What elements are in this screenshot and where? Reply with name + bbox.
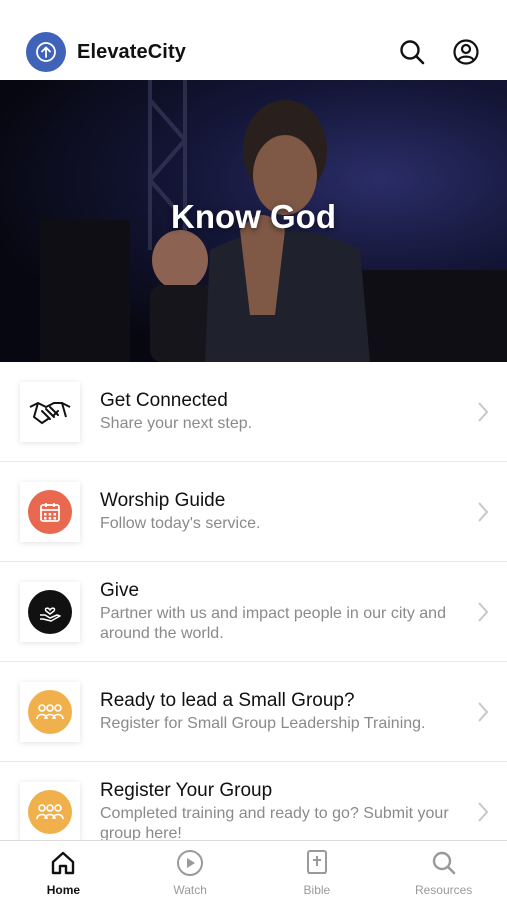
chevron-right-icon bbox=[475, 601, 491, 623]
list-item-title: Get Connected bbox=[100, 390, 228, 411]
list-item-subtitle: Register for Small Group Leadership Trai… bbox=[100, 715, 426, 732]
search-icon bbox=[431, 849, 457, 877]
chevron-right-icon bbox=[475, 501, 491, 523]
profile-button[interactable] bbox=[451, 37, 481, 67]
list-item-tile bbox=[20, 781, 80, 840]
hero-title: Know God bbox=[171, 198, 336, 235]
tab-label: Resources bbox=[414, 883, 473, 897]
chevron-right-icon bbox=[475, 401, 491, 423]
list-item-title: Give bbox=[100, 580, 140, 601]
search-icon bbox=[400, 40, 425, 65]
list-item-tile bbox=[20, 681, 80, 742]
list-item-subtitle: Follow today's service. bbox=[100, 515, 261, 532]
list-item-tile bbox=[20, 481, 80, 542]
bible-icon bbox=[305, 849, 329, 877]
tab-bible[interactable]: Bible bbox=[254, 841, 381, 900]
action-list: Get Connected Share your next step. Wors… bbox=[0, 362, 507, 840]
list-item-get-connected[interactable]: Get Connected Share your next step. bbox=[0, 362, 507, 462]
list-item-subtitle: Completed training and ready to go? Subm… bbox=[100, 805, 449, 840]
header-actions bbox=[397, 37, 481, 67]
tab-label: Bible bbox=[303, 883, 331, 897]
list-item-register-group[interactable]: Register Your Group Completed training a… bbox=[0, 762, 507, 840]
app-logo[interactable] bbox=[26, 32, 66, 72]
list-item-tile bbox=[20, 581, 80, 642]
account-icon bbox=[453, 39, 479, 65]
list-item-worship-guide[interactable]: Worship Guide Follow today's service. bbox=[0, 462, 507, 562]
list-item-give[interactable]: Give Partner with us and impact people i… bbox=[0, 562, 507, 662]
list-item-title: Register Your Group bbox=[100, 780, 273, 801]
list-item-tile bbox=[20, 381, 80, 442]
app-header: ElevateCity bbox=[0, 24, 507, 80]
tab-home[interactable]: Home bbox=[0, 841, 127, 900]
hero-carousel[interactable]: Know God bbox=[0, 80, 507, 362]
chevron-right-icon bbox=[475, 701, 491, 723]
group-icon bbox=[28, 689, 72, 734]
search-button[interactable] bbox=[397, 37, 427, 67]
arrow-up-icon bbox=[36, 42, 56, 62]
tab-label: Home bbox=[46, 883, 81, 897]
list-item-title: Ready to lead a Small Group? bbox=[100, 690, 355, 711]
giving-hand-icon bbox=[28, 589, 72, 634]
list-item-title: Worship Guide bbox=[100, 490, 226, 511]
list-item-subtitle: Share your next step. bbox=[100, 415, 253, 432]
tab-resources[interactable]: Resources bbox=[380, 841, 507, 900]
bottom-tab-bar: Home Watch Bible Resources bbox=[0, 840, 507, 900]
tab-label: Watch bbox=[173, 883, 207, 897]
tab-watch[interactable]: Watch bbox=[127, 841, 254, 900]
list-item-lead-small-group[interactable]: Ready to lead a Small Group? Register fo… bbox=[0, 662, 507, 762]
handshake-icon bbox=[29, 401, 71, 424]
home-icon bbox=[50, 849, 76, 877]
chevron-right-icon bbox=[475, 801, 491, 823]
play-icon bbox=[176, 849, 204, 877]
app-brand-name: ElevateCity bbox=[77, 40, 186, 63]
list-item-subtitle: Partner with us and impact people in our… bbox=[100, 605, 446, 642]
group-icon bbox=[28, 789, 72, 834]
status-bar bbox=[0, 0, 507, 24]
calendar-icon bbox=[28, 489, 72, 534]
